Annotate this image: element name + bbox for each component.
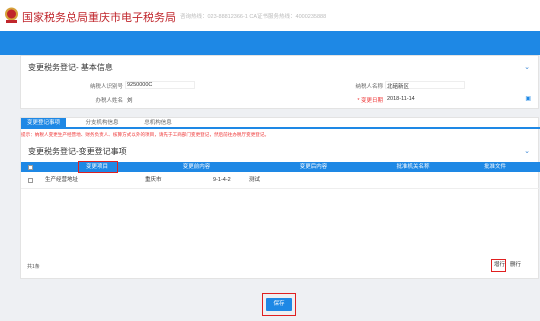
cell-change-item: 生产经营地址	[45, 177, 79, 183]
table-row[interactable]: 生产经营地址 重庆市 9-1-4-2 测试	[21, 172, 540, 189]
taxpayer-name-value: 北碚新区	[387, 84, 410, 90]
taxpayer-id-value: 9250000C	[127, 82, 153, 88]
handler-value: 刘	[127, 98, 133, 104]
row-checkbox[interactable]	[28, 178, 33, 183]
col-before: 变更前内容	[182, 164, 211, 170]
taxpayer-name-label: 纳税人名称	[355, 84, 383, 90]
nav-bar	[0, 31, 540, 55]
delete-row-button[interactable]: 删行	[510, 260, 521, 271]
tab-change-items[interactable]: 变更登记事项	[21, 118, 66, 129]
notice-text: 提示：纳税人变更生产经营地、财务负责人、核算方式以外的项目，请先于工商部门变更登…	[21, 132, 270, 137]
chevron-down-icon[interactable]: ⌄	[524, 147, 530, 155]
tab-bar: 变更登记事项 分支机构信息 总机构信息	[21, 118, 540, 129]
change-date-label: * 变更日期	[357, 98, 383, 104]
cell-before: 重庆市	[145, 177, 162, 183]
col-approval-doc: 批准文件	[483, 164, 506, 170]
section-title: 变更税务登记-变更登记事项	[28, 147, 127, 156]
save-button-highlight	[262, 293, 296, 316]
tab-branch-info[interactable]: 分支机构信息	[77, 118, 127, 129]
calendar-icon[interactable]: ▣	[525, 95, 531, 102]
tax-emblem-icon	[5, 7, 18, 23]
col-after: 变更后内容	[299, 164, 328, 170]
tab-head-office-info[interactable]: 总机构信息	[133, 118, 183, 129]
taxpayer-id-label: 纳税人识别号	[89, 84, 123, 90]
basic-info-title: 变更税务登记- 基本信息	[28, 63, 113, 72]
change-items-panel: 变更登记事项 分支机构信息 总机构信息 提示：纳税人变更生产经营地、财务负责人、…	[20, 117, 540, 279]
total-count: 共1条	[27, 264, 40, 270]
hotline-text: 咨询热线：023-88812366-1 CA证书服务热线：4000235888	[180, 14, 327, 20]
add-row-highlight	[491, 259, 506, 272]
cell-before-number: 9-1-4-2	[213, 177, 231, 183]
chevron-down-icon[interactable]: ⌄	[524, 63, 530, 71]
handler-label: 办税人姓名	[95, 98, 123, 104]
change-date-value[interactable]: 2018-11-14	[387, 96, 415, 102]
top-header: 国家税务总局重庆市电子税务局 咨询热线：023-88812366-1 CA证书服…	[0, 0, 540, 31]
brand-title: 国家税务总局重庆市电子税务局	[22, 11, 176, 24]
cell-after[interactable]: 测试	[249, 172, 260, 189]
select-all-checkbox[interactable]	[28, 164, 33, 170]
col-approver: 批准机关名称	[396, 164, 430, 170]
basic-info-panel: 变更税务登记- 基本信息 ⌄ 纳税人识别号 9250000C 纳税人名称 北碚新…	[20, 55, 539, 109]
